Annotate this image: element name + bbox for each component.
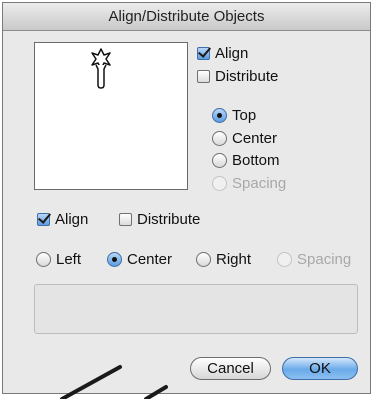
radio-dot [212,131,227,146]
radio-right[interactable]: Right [196,251,251,268]
checkbox-box [197,47,210,60]
checkbox-box [37,213,50,226]
horizontal-align-checkbox[interactable]: Align [37,211,88,228]
radio-vertical-center[interactable]: Center [212,130,277,147]
vertical-align-label: Align [215,45,249,62]
radio-horizontal-center-label: Center [127,251,173,268]
radio-right-label: Right [216,251,252,268]
radio-bottom[interactable]: Bottom [212,152,280,169]
dialog-title: Align/Distribute Objects [3,3,370,31]
radio-dot [196,252,211,267]
ok-button[interactable]: OK [282,357,358,380]
vertical-distribute-label: Distribute [215,68,279,85]
radio-top[interactable]: Top [212,107,256,124]
radio-dot [107,252,122,267]
radio-horizontal-spacing[interactable]: Spacing [277,251,351,268]
vertical-distribute-checkbox[interactable]: Distribute [197,68,278,85]
radio-vertical-spacing-label: Spacing [232,175,287,192]
radio-horizontal-spacing-label: Spacing [297,251,352,268]
radio-dot [277,252,292,267]
radio-dot [212,153,227,168]
cancel-button[interactable]: Cancel [190,357,271,380]
radio-left[interactable]: Left [36,251,81,268]
checkbox-box [197,70,210,83]
radio-dot [212,108,227,123]
tee-icon [91,48,111,89]
align-distribute-dialog: Align/Distribute Objects Align Distribut… [2,2,371,394]
horizontal-align-label: Align [55,211,89,228]
radio-vertical-spacing[interactable]: Spacing [212,175,286,192]
alignment-preview [34,42,188,190]
radio-dot [36,252,51,267]
checkbox-box [119,213,132,226]
radio-left-label: Left [56,251,82,268]
horizontal-distribute-label: Distribute [137,211,201,228]
radio-top-label: Top [232,107,257,124]
radio-dot [212,176,227,191]
vertical-align-checkbox[interactable]: Align [197,45,248,62]
horizontal-distribute-checkbox[interactable]: Distribute [119,211,200,228]
message-area [34,284,358,334]
radio-bottom-label: Bottom [232,152,280,169]
radio-vertical-center-label: Center [232,130,278,147]
radio-horizontal-center[interactable]: Center [107,251,172,268]
